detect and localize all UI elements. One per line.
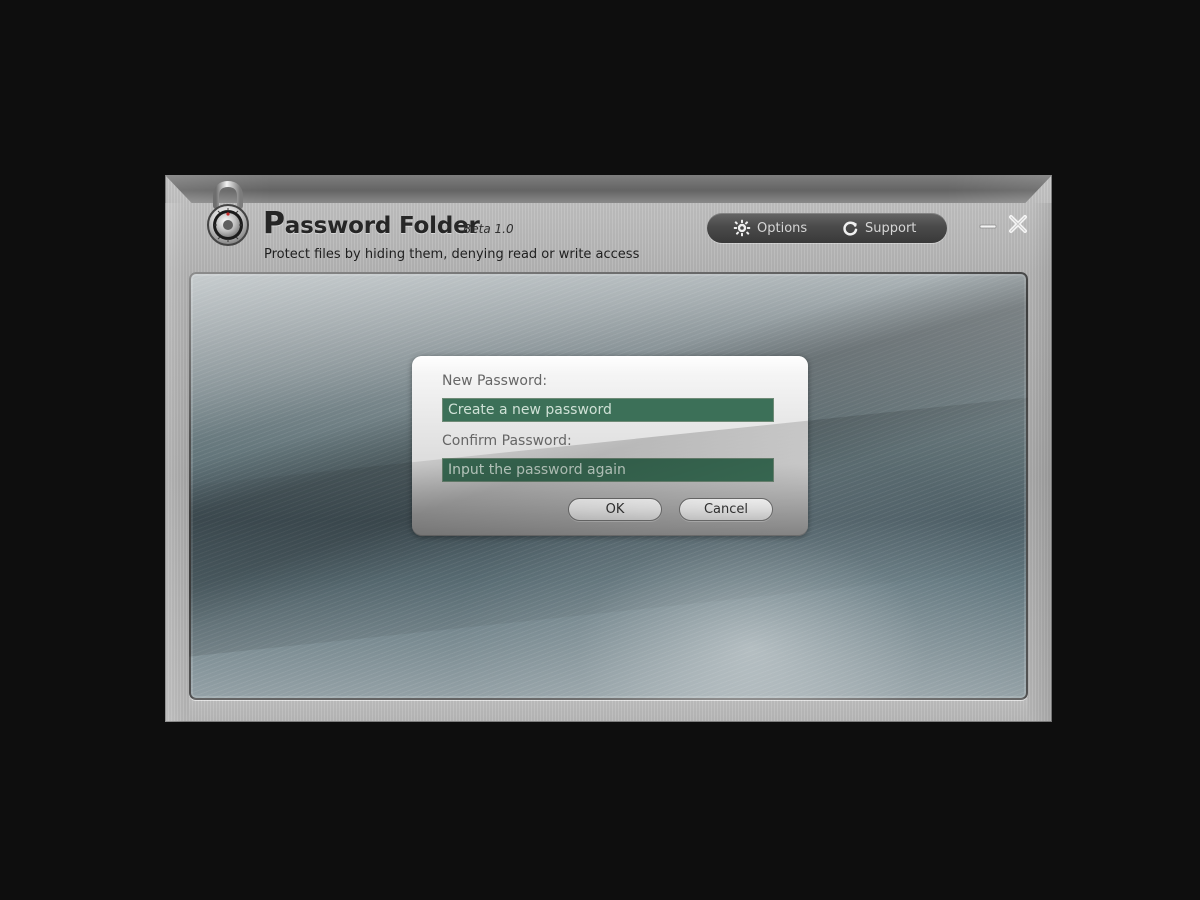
support-label: Support: [865, 220, 917, 236]
options-button[interactable]: Options: [733, 217, 807, 239]
gear-icon: [733, 219, 751, 237]
padlock-icon: [207, 181, 249, 246]
password-folder-window: Password Folder Beta 1.0 Protect files b…: [165, 175, 1052, 722]
app-title-initial: P: [263, 206, 285, 241]
cancel-button[interactable]: Cancel: [679, 498, 773, 521]
app-title-rest: assword Folder: [284, 213, 480, 239]
window-bottom-shine: [189, 698, 1028, 722]
app-title: Password Folder: [263, 206, 480, 241]
confirm-password-label: Confirm Password:: [442, 433, 572, 449]
version-label: Beta 1.0: [463, 222, 514, 236]
confirm-password-field[interactable]: [442, 458, 774, 482]
ok-button[interactable]: OK: [568, 498, 662, 521]
window-top-bevel: [165, 175, 1052, 203]
window-controls: [977, 213, 1033, 237]
app-subtitle: Protect files by hiding them, denying re…: [264, 247, 640, 262]
options-label: Options: [757, 220, 808, 236]
refresh-icon: [843, 221, 858, 236]
minimize-icon[interactable]: [977, 213, 999, 235]
create-password-dialog: New Password: Confirm Password: OK Cance…: [412, 356, 808, 536]
main-content-panel: New Password: Confirm Password: OK Cance…: [189, 272, 1028, 700]
new-password-field[interactable]: [442, 398, 774, 422]
new-password-label: New Password:: [442, 373, 548, 389]
close-icon[interactable]: [1007, 213, 1029, 235]
top-toolbar: Options Support: [707, 213, 947, 243]
support-button[interactable]: Support: [841, 217, 916, 239]
window-right-shade: [1032, 203, 1052, 722]
window-left-shade: [165, 203, 185, 722]
